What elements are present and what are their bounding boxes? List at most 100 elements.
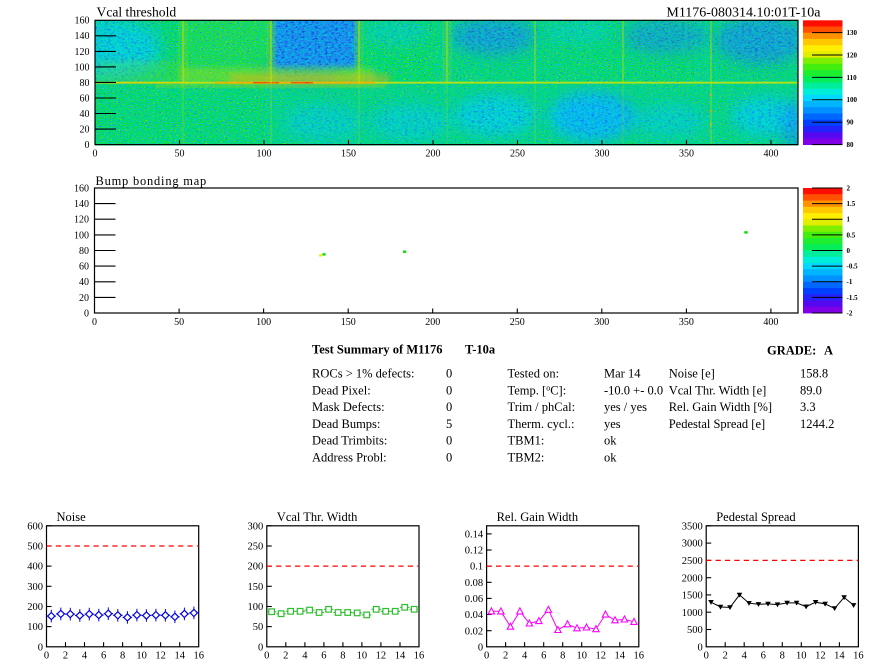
svg-text:8: 8 xyxy=(340,650,345,661)
svg-text:4: 4 xyxy=(742,650,748,661)
svg-text:0: 0 xyxy=(92,317,97,328)
svg-text:250: 250 xyxy=(510,148,525,159)
svg-text:12: 12 xyxy=(155,650,166,661)
svg-text:3500: 3500 xyxy=(682,521,703,532)
svg-text:2000: 2000 xyxy=(682,573,703,584)
svg-text:Pedestal Spread: Pedestal Spread xyxy=(716,510,796,524)
svg-text:40: 40 xyxy=(79,277,89,288)
svg-text:ok: ok xyxy=(604,434,617,448)
svg-text:120: 120 xyxy=(74,215,89,226)
svg-text:Vcal Thr. Width [e]: Vcal Thr. Width [e] xyxy=(669,383,767,397)
svg-text:6: 6 xyxy=(761,650,766,661)
svg-text:150: 150 xyxy=(248,582,264,593)
svg-text:8: 8 xyxy=(780,650,785,661)
svg-text:16: 16 xyxy=(193,650,204,661)
svg-text:500: 500 xyxy=(687,625,703,636)
svg-text:100: 100 xyxy=(27,622,43,633)
svg-text:8: 8 xyxy=(560,650,565,661)
svg-text:4: 4 xyxy=(522,650,528,661)
svg-text:80: 80 xyxy=(79,246,89,257)
svg-text:8: 8 xyxy=(120,650,125,661)
svg-text:100: 100 xyxy=(248,602,264,613)
svg-text:1000: 1000 xyxy=(682,608,703,619)
svg-text:140: 140 xyxy=(74,199,89,210)
svg-text:Noise [e]: Noise [e] xyxy=(669,367,715,381)
svg-text:160: 160 xyxy=(75,16,90,27)
svg-text:-2: -2 xyxy=(847,309,853,317)
svg-text:Dead Bumps:: Dead Bumps: xyxy=(312,417,380,431)
svg-text:100: 100 xyxy=(74,230,89,241)
svg-text:16: 16 xyxy=(853,650,864,661)
svg-text:110: 110 xyxy=(847,74,858,82)
svg-text:300: 300 xyxy=(248,521,264,532)
svg-text:Address Probl:: Address Probl: xyxy=(312,450,387,464)
svg-text:Vcal threshold: Vcal threshold xyxy=(97,5,177,20)
svg-text:Dead Pixel:: Dead Pixel: xyxy=(312,383,371,397)
svg-text:Mar 14: Mar 14 xyxy=(604,367,641,381)
svg-text:140: 140 xyxy=(75,31,90,42)
svg-text:16: 16 xyxy=(634,650,645,661)
svg-text:0.08: 0.08 xyxy=(465,578,483,589)
svg-text:0: 0 xyxy=(85,140,90,151)
svg-text:89.0: 89.0 xyxy=(800,383,822,397)
svg-text:6: 6 xyxy=(321,650,326,661)
svg-text:0: 0 xyxy=(446,383,452,397)
svg-text:0: 0 xyxy=(44,650,49,661)
svg-text:2500: 2500 xyxy=(682,556,703,567)
svg-text:Mask Defects:: Mask Defects: xyxy=(312,400,385,414)
svg-text:Noise: Noise xyxy=(57,510,87,524)
svg-text:14: 14 xyxy=(174,650,185,661)
svg-text:yes / yes: yes / yes xyxy=(604,400,647,414)
svg-text:0: 0 xyxy=(258,642,263,653)
svg-text:TBM2:: TBM2: xyxy=(508,450,545,464)
svg-text:50: 50 xyxy=(174,317,184,328)
svg-text:500: 500 xyxy=(27,542,43,553)
svg-text:Pedestal Spread [e]: Pedestal Spread [e] xyxy=(669,417,766,431)
svg-text:40: 40 xyxy=(80,109,90,120)
svg-text:2: 2 xyxy=(283,650,288,661)
svg-text:0: 0 xyxy=(93,148,98,159)
svg-text:Trim / phCal:: Trim / phCal: xyxy=(508,400,576,414)
svg-text:3.3: 3.3 xyxy=(800,400,816,414)
svg-text:0.06: 0.06 xyxy=(465,594,483,605)
svg-text:100: 100 xyxy=(257,148,272,159)
svg-text:100: 100 xyxy=(75,62,90,73)
svg-text:400: 400 xyxy=(763,317,778,328)
svg-text:0: 0 xyxy=(847,247,851,255)
svg-text:120: 120 xyxy=(847,51,858,59)
svg-text:0.1: 0.1 xyxy=(470,562,483,573)
svg-text:12: 12 xyxy=(596,650,607,661)
svg-text:16: 16 xyxy=(414,650,425,661)
svg-text:0.02: 0.02 xyxy=(465,626,483,637)
svg-text:250: 250 xyxy=(510,317,525,328)
svg-text:A: A xyxy=(824,344,833,358)
svg-text:10: 10 xyxy=(796,650,807,661)
svg-text:50: 50 xyxy=(253,622,264,633)
svg-text:10: 10 xyxy=(576,650,587,661)
svg-text:-1: -1 xyxy=(847,278,853,286)
svg-text:3000: 3000 xyxy=(682,539,703,550)
svg-text:130: 130 xyxy=(847,29,858,37)
svg-text:0: 0 xyxy=(38,642,43,653)
svg-text:TBM1:: TBM1: xyxy=(508,434,545,448)
svg-text:6: 6 xyxy=(541,650,546,661)
svg-text:200: 200 xyxy=(425,317,440,328)
svg-text:80: 80 xyxy=(80,78,90,89)
svg-text:Therm. cycl.:: Therm. cycl.: xyxy=(508,417,575,431)
svg-text:1: 1 xyxy=(847,216,851,224)
svg-text:12: 12 xyxy=(815,650,826,661)
svg-text:2: 2 xyxy=(503,650,508,661)
svg-text:Rel. Gain Width [%]: Rel. Gain Width [%] xyxy=(669,400,772,414)
svg-text:158.8: 158.8 xyxy=(800,367,828,381)
svg-text:14: 14 xyxy=(395,650,406,661)
svg-text:60: 60 xyxy=(79,262,89,273)
svg-text:1244.2: 1244.2 xyxy=(800,417,834,431)
svg-text:0: 0 xyxy=(484,650,489,661)
svg-text:0.5: 0.5 xyxy=(847,231,856,239)
svg-text:Dead Trimbits:: Dead Trimbits: xyxy=(312,434,387,448)
svg-text:yes: yes xyxy=(604,417,621,431)
svg-text:350: 350 xyxy=(679,148,694,159)
svg-text:0.12: 0.12 xyxy=(465,546,483,557)
svg-text:12: 12 xyxy=(376,650,387,661)
svg-text:0: 0 xyxy=(697,642,702,653)
